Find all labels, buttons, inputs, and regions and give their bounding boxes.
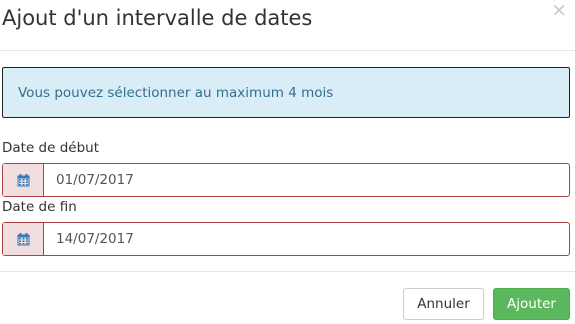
start-date-addon[interactable] bbox=[3, 164, 44, 196]
cancel-button[interactable]: Annuler bbox=[403, 288, 484, 320]
modal-title: Ajout d'un intervalle de dates bbox=[2, 6, 313, 30]
end-date-label: Date de fin bbox=[2, 199, 77, 215]
end-date-addon[interactable] bbox=[3, 223, 44, 255]
start-date-label: Date de début bbox=[2, 140, 100, 156]
calendar-icon bbox=[17, 173, 29, 186]
modal-header: Ajout d'un intervalle de dates × bbox=[0, 0, 575, 51]
close-button[interactable]: × bbox=[551, 0, 567, 20]
alert-message: Vous pouvez sélectionner au maximum 4 mo… bbox=[18, 85, 334, 101]
modal-footer: Annuler Ajouter bbox=[0, 271, 575, 324]
start-date-field[interactable] bbox=[44, 164, 569, 196]
date-range-modal: Ajout d'un intervalle de dates × Vous po… bbox=[0, 0, 575, 324]
info-alert: Vous pouvez sélectionner au maximum 4 mo… bbox=[2, 67, 570, 118]
end-date-field[interactable] bbox=[44, 223, 569, 255]
end-date-input-group bbox=[2, 222, 570, 256]
start-date-input-group bbox=[2, 163, 570, 197]
add-button[interactable]: Ajouter bbox=[493, 288, 570, 320]
calendar-icon bbox=[17, 232, 29, 245]
